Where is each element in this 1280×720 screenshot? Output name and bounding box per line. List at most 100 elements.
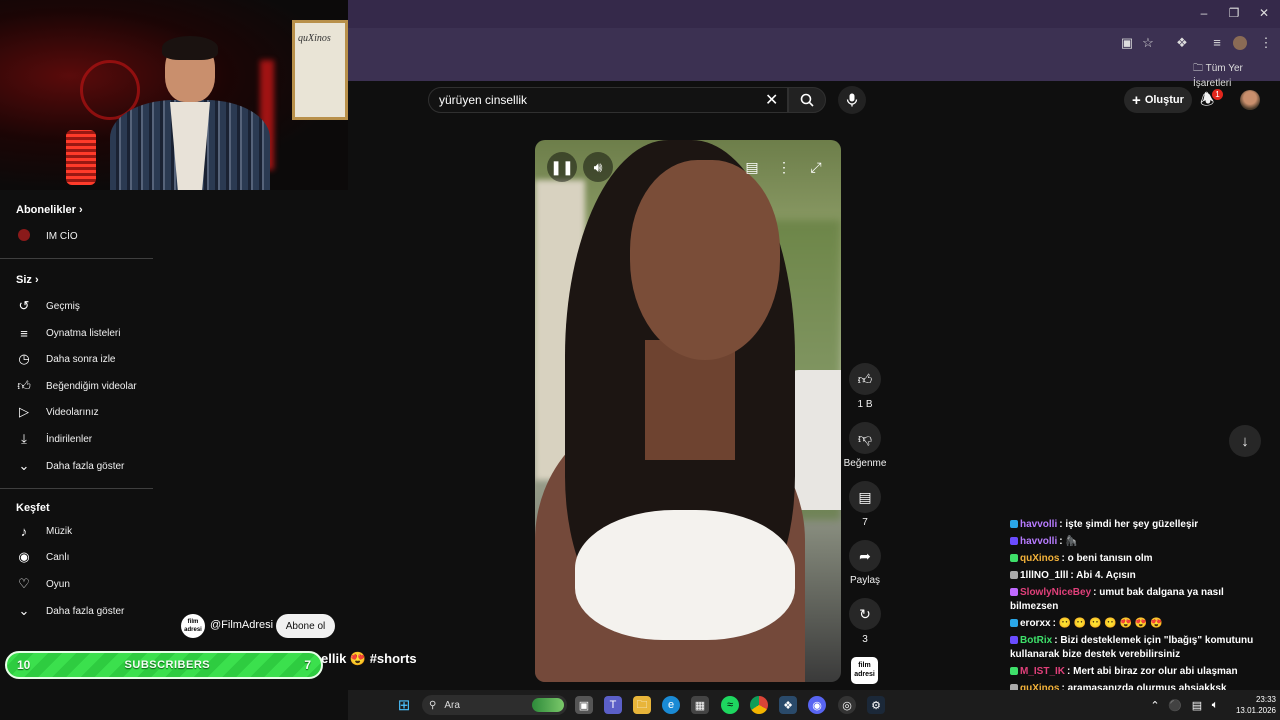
share-label: Paylaş [849,575,880,586]
task-view-icon[interactable]: ▣ [575,696,593,714]
clear-search-icon[interactable]: ✕ [765,90,778,110]
sidebar-item-gaming[interactable]: ♡ Oyun [16,573,152,595]
chat-message: SlowlyNiceBey: umut bak dalgana ya nasıl… [1010,586,1272,614]
discord-icon[interactable]: ◉ [808,696,826,714]
sidebar-item-liked-videos[interactable]: 👍︎ Beğendiğim videolar [16,375,152,397]
divider [0,258,153,259]
star-icon[interactable]: ☆ [1139,35,1157,51]
edge-icon[interactable]: e [662,696,680,714]
subscribers-current: 10 [17,658,31,672]
remix-button[interactable]: ↻ [849,598,881,630]
sidebar-item-downloads[interactable]: ⤓ İndirilenler [16,428,152,450]
you-header[interactable]: Siz › [16,274,39,286]
fullscreen-icon[interactable]: ⤢ [801,152,831,182]
video-title[interactable]: ellik 😍 #shorts [321,651,417,667]
app-icon[interactable]: ❖ [779,696,797,714]
arrow-down-icon: ↓ [1241,432,1249,450]
video-icon: ▷ [19,404,29,419]
chat-message: BotRix: Bizi desteklemek için "lbağış" k… [1010,634,1272,662]
windows-start-icon[interactable]: ⊞ [395,696,413,714]
chevron-down-icon: ⌄ [18,458,30,473]
maximize-icon[interactable]: ❐ [1224,6,1244,20]
chat-username[interactable]: SlowlyNiceBey [1020,587,1091,598]
system-clock[interactable]: 23:33 13.01.2026 [1228,694,1276,716]
create-button[interactable]: + Oluştur [1124,87,1192,113]
clock-icon: ◷ [18,351,30,366]
volume-icon[interactable]: 🔊︎ [583,152,613,182]
extensions-icon[interactable]: ❖ [1173,35,1191,51]
chrome-icon[interactable] [750,696,768,714]
media-icon[interactable]: ≡ [1208,35,1226,50]
store-icon[interactable]: ▦ [691,696,709,714]
chevron-right-icon: › [34,274,39,286]
history-icon: ↺ [18,298,30,313]
cast-icon[interactable]: ▣ [1118,35,1136,51]
subscribe-button[interactable]: Abone ol [276,614,335,638]
channel-logo[interactable]: film adresi [181,614,205,638]
chat-badge-icon [1010,636,1018,644]
pause-icon[interactable]: ❚❚ [547,152,577,182]
sidebar-item-watch-later[interactable]: ◷ Daha sonra izle [16,348,152,370]
next-video-button[interactable]: ↓ [1229,425,1261,457]
whiteboard: quXinos [292,20,348,120]
network-icon[interactable]: ▤ [1188,696,1206,714]
all-bookmarks-button[interactable]: 🗀 Tüm Yer İşaretleri [1193,61,1280,89]
playlist-icon: ≡ [20,325,28,341]
more-options-icon[interactable]: ⋮ [769,152,799,182]
chevron-up-icon[interactable]: ⌃ [1146,696,1164,714]
sidebar-item-playlists[interactable]: ≡ Oynatma listeleri [16,322,152,344]
channel-thumbnail[interactable]: film adresi [851,657,878,684]
chat-message: havvolli: işte şimdi her şey güzelleşir [1010,518,1272,532]
minimize-icon[interactable]: – [1194,6,1214,20]
gaming-icon: ♡ [18,576,30,591]
steam-icon[interactable]: ⚙ [867,696,885,714]
shorts-video-player[interactable]: ❚❚ 🔊︎ ▤ ⋮ ⤢ [535,140,841,682]
file-explorer-icon[interactable]: 🗀 [633,696,651,714]
account-avatar[interactable] [1240,90,1260,110]
chat-message: quXinos: o beni tanısın olm [1010,552,1272,566]
sidebar-item-history[interactable]: ↺ Geçmiş [16,295,152,317]
menu-dots-icon[interactable]: ⋮ [1257,35,1275,51]
subscriber-goal-bar: 10 SUBSCRIBERS 7 [5,651,323,679]
sidebar-item-show-more[interactable]: ⌄ Daha fazla göster [16,455,152,477]
sidebar-item-explore-more[interactable]: ⌄ Daha fazla göster [16,600,152,622]
teams-icon[interactable]: T [604,696,622,714]
sidebar-item-your-videos[interactable]: ▷ Videolarınız [16,401,152,423]
sidebar-item-label: Oynatma listeleri [46,327,121,339]
chat-text: 😶 😶 😶 😶 😍 😍 😍 [1058,618,1163,629]
spotify-icon[interactable]: ≈ [721,696,739,714]
subscriptions-header[interactable]: Abonelikler › [16,204,83,216]
chevron-right-icon: › [78,204,83,216]
profile-icon[interactable] [1233,36,1247,50]
taskbar-search[interactable]: ⚲ Ara [422,695,567,715]
microphone-tray-icon[interactable]: ⚫ [1166,696,1184,714]
sidebar-item-label: Daha fazla göster [46,460,125,472]
sidebar-item-im-cio[interactable]: IM CİO [16,225,152,247]
dislike-button[interactable]: 👎︎ [849,422,881,454]
chat-username[interactable]: erorxx [1020,618,1051,629]
channel-name[interactable]: @FilmAdresi [210,619,273,631]
chat-username[interactable]: BotRix [1020,635,1052,646]
chat-username[interactable]: havvolli [1020,536,1057,547]
like-button[interactable]: 👍︎ [849,363,881,395]
comments-button[interactable]: ▤ [849,481,881,513]
obs-icon[interactable]: ◎ [838,696,856,714]
clock-time: 23:33 [1255,695,1276,704]
captions-icon[interactable]: ▤ [737,152,767,182]
microphone-icon [846,93,858,107]
search-icon [800,93,814,107]
voice-search-button[interactable] [838,86,866,114]
sidebar-item-label: Videolarınız [46,406,99,418]
chat-username[interactable]: M_IST_IK [1020,666,1065,677]
chat-username[interactable]: 1lllNO_1lll [1020,570,1068,581]
speaker-icon[interactable]: 🔈︎ [1206,696,1224,714]
sidebar-item-label: Beğendiğim videolar [46,380,137,392]
sidebar-item-music[interactable]: ♪ Müzik [16,520,152,542]
share-button[interactable]: ➦ [849,540,881,572]
close-window-icon[interactable]: ✕ [1254,6,1274,20]
sidebar-item-live[interactable]: ◉ Canlı [16,546,152,568]
chat-username[interactable]: havvolli [1020,519,1057,530]
you-title: Siz [16,274,32,286]
search-button[interactable] [788,87,826,113]
chat-username[interactable]: quXinos [1020,553,1059,564]
